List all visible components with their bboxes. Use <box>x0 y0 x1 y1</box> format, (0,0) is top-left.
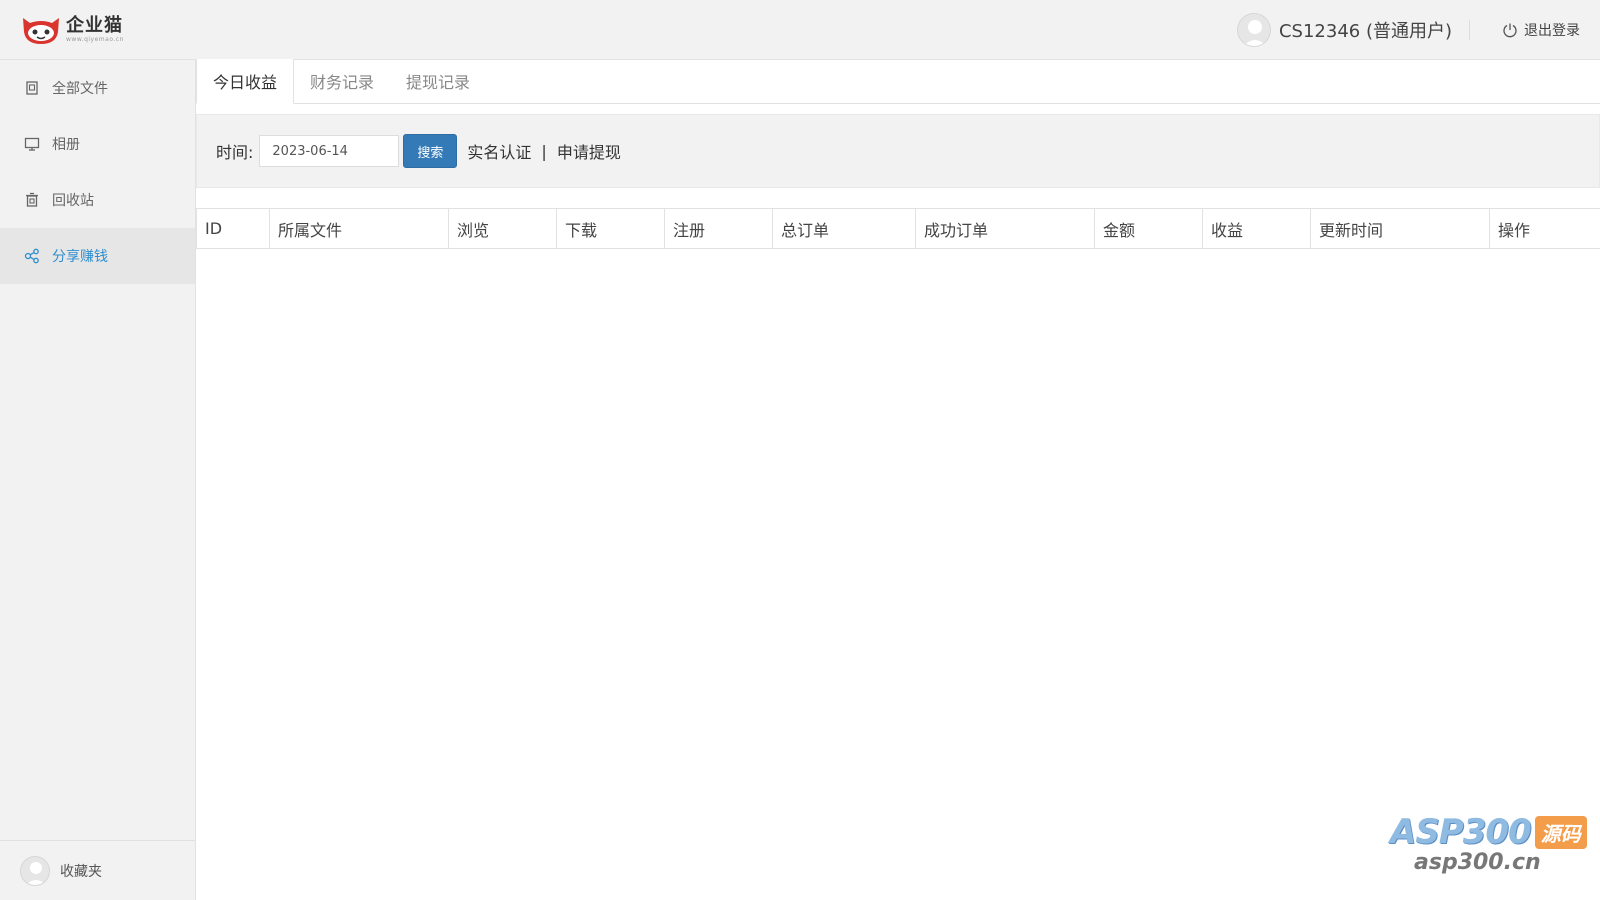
sidebar-item-all-files[interactable]: 全部文件 <box>0 60 195 116</box>
user-menu[interactable]: CS12346 (普通用户) <box>1236 13 1452 47</box>
user-avatar-icon <box>25 861 47 885</box>
sidebar-item-label: 全部文件 <box>52 81 108 97</box>
logout-button[interactable]: 退出登录 <box>1502 20 1580 40</box>
sidebar-item-label: 相册 <box>52 137 80 153</box>
header-divider <box>1469 20 1470 40</box>
app-logo[interactable]: 企业猫 www.qiyemao.cn <box>20 12 124 48</box>
link-separator: | <box>541 141 547 161</box>
monitor-icon <box>24 137 40 151</box>
sidebar-item-album[interactable]: 相册 <box>0 116 195 172</box>
avatar <box>1236 13 1271 47</box>
share-icon <box>24 248 39 264</box>
trash-icon <box>26 192 38 207</box>
sidebar-item-label: 回收站 <box>52 193 94 209</box>
earnings-table: ID 所属文件 浏览 下载 注册 总订单 成功订单 金额 收益 更新时间 操作 <box>196 208 1600 249</box>
logo-brand: 企业猫 <box>66 15 123 36</box>
watermark-brand: ASP300 <box>1390 812 1532 852</box>
filter-bar: 时间: 搜索 实名认证 | 申请提现 <box>196 114 1600 188</box>
date-input[interactable] <box>259 135 400 167</box>
top-header: 企业猫 www.qiyemao.cn CS12346 (普通用户) 退出登录 <box>0 0 1600 60</box>
column-header: 注册 <box>664 208 773 249</box>
search-button[interactable]: 搜索 <box>403 134 458 168</box>
logo-url: www.qiyemao.cn <box>66 36 124 43</box>
column-header: 下载 <box>556 208 665 249</box>
time-label: 时间: <box>216 143 254 162</box>
power-icon <box>1503 23 1517 38</box>
tab-today-earnings[interactable]: 今日收益 <box>196 59 295 104</box>
username: CS12346 (普通用户) <box>1278 21 1452 42</box>
column-header: 总订单 <box>772 208 916 249</box>
column-header: 更新时间 <box>1310 208 1490 249</box>
apply-withdraw-link[interactable]: 申请提现 <box>557 139 621 163</box>
sidebar-item-share-earn[interactable]: 分享赚钱 <box>0 228 195 284</box>
column-header: 收益 <box>1202 208 1311 249</box>
sidebar-item-label: 分享赚钱 <box>52 249 108 265</box>
watermark: ASP300 源码 asp300.cn <box>1390 812 1590 892</box>
sidebar-favorites[interactable]: 收藏夹 <box>0 840 195 900</box>
watermark-url: asp300.cn <box>1414 850 1541 875</box>
cat-logo-icon <box>23 18 59 44</box>
main-content: 今日收益 财务记录 提现记录 时间: 搜索 实名认证 | 申请提现 ID 所属文… <box>196 59 1600 900</box>
column-header: 所属文件 <box>269 208 449 249</box>
column-header: 浏览 <box>448 208 557 249</box>
tab-finance-records[interactable]: 财务记录 <box>294 59 390 103</box>
avatar <box>20 855 50 886</box>
column-header: 操作 <box>1489 208 1600 249</box>
real-name-verify-link[interactable]: 实名认证 <box>467 139 531 163</box>
watermark-badge: 源码 <box>1534 815 1587 849</box>
sidebar: 全部文件 相册 回收站 分享赚钱 收藏夹 <box>0 60 196 900</box>
column-header: 金额 <box>1094 208 1203 249</box>
table-header-row: ID 所属文件 浏览 下载 注册 总订单 成功订单 金额 收益 更新时间 操作 <box>196 208 1600 249</box>
sidebar-item-recycle-bin[interactable]: 回收站 <box>0 172 195 228</box>
logout-label: 退出登录 <box>1524 23 1580 39</box>
column-header: ID <box>196 208 270 249</box>
user-avatar-icon <box>1243 20 1267 46</box>
tab-withdraw-records[interactable]: 提现记录 <box>390 59 486 103</box>
column-header: 成功订单 <box>915 208 1095 249</box>
tab-bar: 今日收益 财务记录 提现记录 <box>196 59 1600 104</box>
files-icon <box>26 81 38 95</box>
favorites-label: 收藏夹 <box>60 863 102 880</box>
